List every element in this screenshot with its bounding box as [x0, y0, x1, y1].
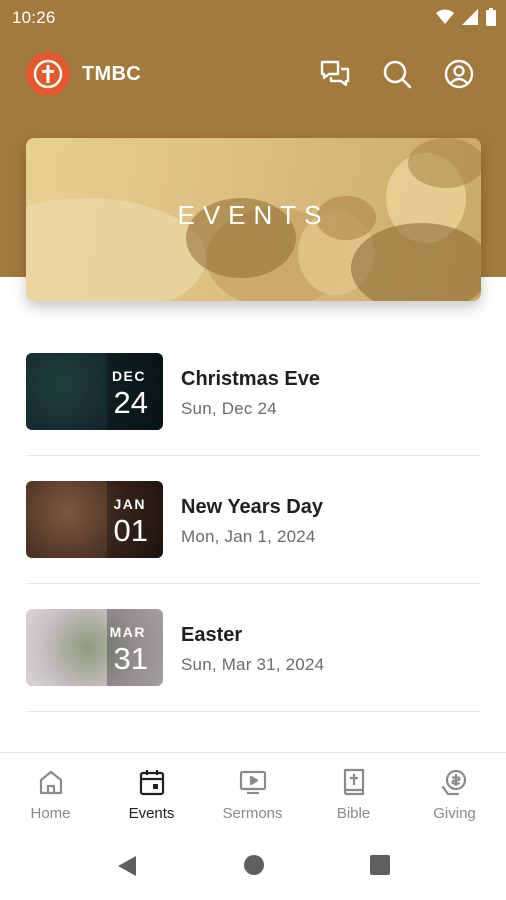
back-icon[interactable]: [116, 854, 138, 878]
nav-label: Events: [128, 805, 175, 822]
event-day: 01: [113, 513, 148, 548]
event-thumbnail: DEC 24: [26, 353, 163, 430]
status-icons: [436, 8, 496, 26]
event-list: DEC 24 Christmas Eve Sun, Dec 24 JAN 01 …: [26, 328, 481, 712]
event-name: Easter: [181, 624, 243, 646]
event-thumbnail: MAR 31: [26, 609, 163, 686]
event-item-christmas-eve[interactable]: DEC 24 Christmas Eve Sun, Dec 24: [26, 328, 481, 456]
event-date: Sun, Mar 31, 2024: [181, 655, 325, 674]
system-nav-bar: [0, 830, 506, 900]
nav-home[interactable]: Home: [0, 753, 101, 831]
account-button[interactable]: [442, 57, 476, 91]
nav-label: Sermons: [222, 805, 283, 822]
bible-icon: [343, 768, 364, 796]
search-button[interactable]: [380, 57, 414, 91]
chat-icon: [320, 60, 350, 87]
event-item-new-years-day[interactable]: JAN 01 New Years Day Mon, Jan 1, 2024: [26, 456, 481, 584]
event-date: Mon, Jan 1, 2024: [181, 527, 316, 546]
app-bar: TMBC: [0, 48, 506, 102]
video-icon: [239, 770, 266, 795]
nav-giving[interactable]: Giving: [404, 753, 505, 831]
home-circle-icon[interactable]: [243, 854, 265, 876]
banner-title: EVENTS: [177, 200, 330, 230]
home-icon: [39, 770, 62, 795]
event-month: MAR: [109, 624, 146, 640]
event-month: JAN: [113, 496, 146, 512]
battery-icon: [486, 8, 496, 26]
event-name: New Years Day: [181, 496, 323, 518]
nav-sermons[interactable]: Sermons: [202, 753, 303, 831]
nav-label: Bible: [336, 805, 371, 822]
calendar-icon: [139, 770, 164, 796]
event-day: 31: [113, 641, 148, 676]
nav-label: Giving: [433, 805, 476, 822]
search-icon: [383, 60, 412, 89]
nav-label: Home: [30, 805, 71, 822]
event-day: 24: [113, 385, 148, 420]
event-thumbnail: JAN 01: [26, 481, 163, 558]
events-banner: EVENTS: [26, 138, 481, 301]
giving-icon: [441, 769, 466, 796]
event-month: DEC: [111, 368, 146, 384]
event-name: Christmas Eve: [181, 368, 320, 390]
status-time: 10:26: [12, 8, 56, 27]
app-title: TMBC: [82, 63, 141, 85]
church-logo[interactable]: [26, 52, 70, 96]
account-icon: [444, 59, 474, 89]
status-bar: 10:26: [0, 0, 506, 36]
chat-button[interactable]: [318, 57, 352, 91]
event-date: Sun, Dec 24: [181, 399, 277, 418]
recents-icon[interactable]: [369, 854, 391, 876]
wifi-icon: [436, 9, 454, 24]
nav-bible[interactable]: Bible: [303, 753, 404, 831]
event-item-easter[interactable]: MAR 31 Easter Sun, Mar 31, 2024: [26, 584, 481, 712]
cellular-icon: [462, 9, 478, 25]
bottom-nav: Home Events Sermons Bible Giving: [0, 752, 506, 830]
nav-events[interactable]: Events: [101, 753, 202, 831]
